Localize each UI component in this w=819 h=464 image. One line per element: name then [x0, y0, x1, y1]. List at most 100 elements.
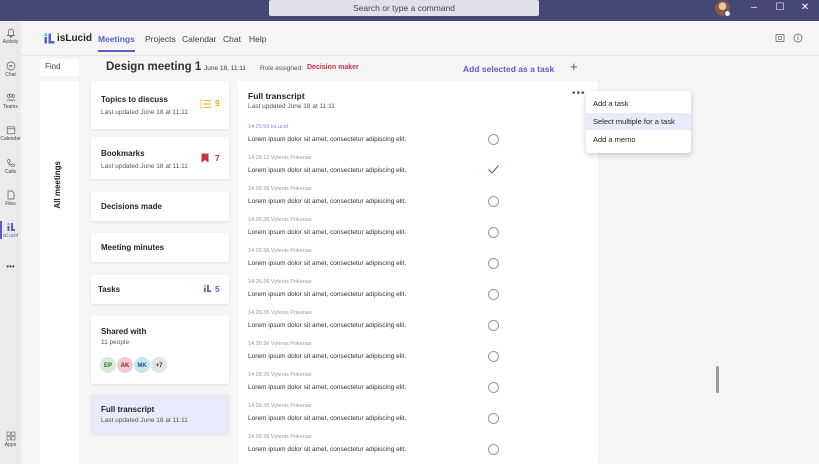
menu-item-add-task[interactable]: Add a task: [586, 95, 691, 112]
transcript-panel: Full transcript Last updated June 18 at …: [238, 81, 598, 464]
menu-item-add-memo[interactable]: Add a memo: [586, 131, 691, 148]
select-checkbox[interactable]: [488, 227, 499, 238]
entry-meta: 14:26:36 Vytenis Pokenas: [248, 403, 312, 409]
bookmark-icon: [201, 153, 209, 163]
card-decisions[interactable]: Decisions made: [91, 192, 229, 221]
all-meetings-panel[interactable]: All meetings: [40, 81, 79, 464]
select-checkbox[interactable]: [488, 196, 499, 207]
select-checkbox[interactable]: [488, 413, 499, 424]
scrollbar[interactable]: [716, 366, 719, 393]
rail-item-chat[interactable]: Chat: [0, 61, 21, 78]
info-icon[interactable]: [793, 33, 803, 43]
transcript-entry[interactable]: 14:25:56 isLucid Lorem ipsum dolor sit am…: [248, 124, 593, 155]
card-title: Shared with: [101, 327, 147, 336]
entry-meta: 14:26:36 Vytenis Pokenas: [248, 434, 312, 440]
card-title: Tasks: [98, 285, 121, 294]
all-meetings-label: All meetings: [53, 161, 62, 209]
rail-label: Teams: [3, 104, 18, 110]
context-menu: Add a task Select multiple for a task Ad…: [586, 91, 691, 153]
list-icon: [200, 99, 211, 109]
maximize-button[interactable]: ☐: [768, 0, 792, 16]
popout-icon[interactable]: [775, 33, 785, 43]
transcript-entry[interactable]: 14:26:36 Vytenis Pokenas Lorem ipsum dolo…: [248, 341, 593, 372]
transcript-entry[interactable]: 14:26:36 Vytenis Pokenas Lorem ipsum dolo…: [248, 248, 593, 279]
more-options-button[interactable]: •••: [572, 88, 586, 99]
select-checkbox[interactable]: [488, 289, 499, 300]
rail-label: Files: [5, 201, 16, 207]
checkmark-icon[interactable]: [487, 163, 500, 176]
entry-text: Lorem ipsum dolor sit amet, consectetur …: [248, 322, 407, 329]
select-checkbox[interactable]: [488, 351, 499, 362]
tab-meetings[interactable]: Meetings: [98, 34, 135, 52]
card-shared-with[interactable]: Shared with 11 people EP AK MK +7: [91, 316, 229, 384]
transcript-entry[interactable]: 14:26:36 Vytenis Pokenas Lorem ipsum dolo…: [248, 279, 593, 310]
app-header: isLucid Meetings Projects Calendar Chat …: [21, 21, 819, 56]
avatar[interactable]: EP: [99, 356, 117, 374]
select-checkbox[interactable]: [488, 444, 499, 455]
close-button[interactable]: ✕: [793, 0, 817, 16]
select-checkbox[interactable]: [488, 258, 499, 269]
card-bookmarks[interactable]: Bookmarks Last updated June 18 at 11:11 …: [91, 137, 229, 179]
title-bar: Search or type a command – ☐ ✕: [0, 0, 819, 21]
card-minutes[interactable]: Meeting minutes: [91, 233, 229, 262]
bell-icon: [6, 28, 15, 38]
minimize-button[interactable]: –: [742, 0, 766, 16]
rail-item-teams[interactable]: Teams: [0, 93, 21, 110]
user-avatar[interactable]: [715, 1, 731, 17]
transcript-entry[interactable]: 14:26:36 Vytenis Pokenas Lorem ipsum dolo…: [248, 186, 593, 217]
card-subtitle: Last updated June 18 at 11:11: [101, 109, 188, 116]
more-people-badge[interactable]: +7: [150, 356, 168, 374]
avatar[interactable]: MK: [133, 356, 151, 374]
rail-more-button[interactable]: •••: [0, 262, 21, 271]
command-search-input[interactable]: Search or type a command: [269, 0, 539, 16]
transcript-entry[interactable]: 14:26:36 Vytenis Pokenas Lorem ipsum dolo…: [248, 403, 593, 434]
entry-meta: 14:26:36 Vytenis Pokenas: [248, 372, 312, 378]
role-label: Role assigned:: [260, 65, 303, 72]
card-full-transcript[interactable]: Full transcript Last updated June 18 at …: [91, 394, 229, 434]
select-checkbox[interactable]: [488, 320, 499, 331]
tab-calendar[interactable]: Calendar: [182, 34, 217, 44]
bookmarks-count: 7: [215, 153, 220, 163]
transcript-entry[interactable]: 14:26:36 Vytenis Pokenas Lorem ipsum dolo…: [248, 434, 593, 464]
add-button[interactable]: +: [570, 59, 578, 74]
menu-item-select-multiple[interactable]: Select multiple for a task: [586, 113, 691, 130]
select-checkbox[interactable]: [488, 134, 499, 145]
card-title: Bookmarks: [101, 149, 145, 158]
select-checkbox[interactable]: [488, 382, 499, 393]
rail-item-islucid[interactable]: isLucid: [0, 221, 21, 239]
card-title: Full transcript: [101, 405, 155, 414]
entry-text: Lorem ipsum dolor sit amet, consectetur …: [248, 384, 407, 391]
meeting-date: June 18, 11:11: [204, 65, 247, 72]
entry-meta: 14:26:36 Vytenis Pokenas: [248, 248, 312, 254]
transcript-entry[interactable]: 14:26:36 Vytenis Pokenas Lorem ipsum dolo…: [248, 217, 593, 248]
rail-label: Apps: [4, 442, 17, 448]
add-selected-as-task-button[interactable]: Add selected as a task: [463, 64, 554, 74]
transcript-title: Full transcript: [248, 91, 305, 101]
app-name: isLucid: [57, 33, 93, 44]
transcript-entry[interactable]: 14:26:12 Vytenis Pokenas Lorem ipsum dolo…: [248, 155, 593, 186]
tab-projects[interactable]: Projects: [145, 34, 176, 44]
tab-help[interactable]: Help: [249, 34, 266, 44]
rail-item-calls[interactable]: Calls: [0, 158, 21, 175]
tab-chat[interactable]: Chat: [223, 34, 241, 44]
entry-meta: 14:26:36 Vytenis Pokenas: [248, 217, 312, 223]
rail-item-activity[interactable]: Activity: [0, 28, 21, 45]
entry-meta: 14:26:36 Vytenis Pokenas: [248, 279, 312, 285]
find-input[interactable]: Find: [40, 59, 79, 76]
card-subtitle: 11 people: [101, 339, 130, 346]
islucid-logo-icon: [44, 33, 55, 44]
card-title: Decisions made: [101, 202, 162, 211]
transcript-entry[interactable]: 14:26:36 Vytenis Pokenas Lorem ipsum dolo…: [248, 310, 593, 341]
card-tasks[interactable]: Tasks 5: [91, 275, 229, 304]
phone-icon: [6, 159, 15, 167]
avatar[interactable]: AK: [116, 356, 134, 374]
rail-item-files[interactable]: Files: [0, 190, 21, 207]
rail-label: Chat: [5, 72, 16, 78]
rail-item-apps[interactable]: Apps: [0, 431, 21, 448]
entry-meta: 14:26:36 Vytenis Pokenas: [248, 341, 312, 347]
entry-meta: 14:26:36 Vytenis Pokenas: [248, 186, 312, 192]
role-value: Decision maker: [307, 64, 359, 71]
transcript-entry[interactable]: 14:26:36 Vytenis Pokenas Lorem ipsum dolo…: [248, 372, 593, 403]
card-topics[interactable]: Topics to discuss Last updated June 18 a…: [91, 81, 229, 129]
rail-item-calendar[interactable]: Calendar: [0, 125, 21, 142]
